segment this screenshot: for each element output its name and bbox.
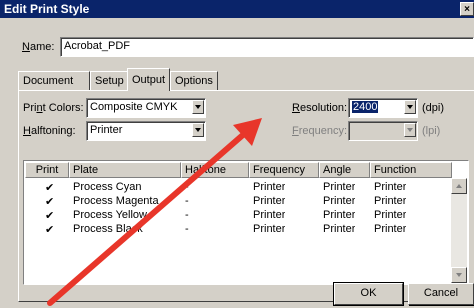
scroll-up-icon[interactable]: [451, 178, 467, 194]
frequency-value: Printer: [253, 223, 286, 235]
print-colors-select[interactable]: Composite CMYK: [86, 98, 206, 118]
angle-value: Printer: [323, 195, 356, 207]
function-value: Printer: [374, 195, 407, 207]
table-row[interactable]: ✔ Process Cyan - Printer Printer Printer: [25, 181, 452, 195]
function-value: Printer: [374, 209, 407, 221]
plate-name: Process Black: [73, 223, 143, 235]
resolution-label: Resolution:: [292, 102, 348, 114]
column-header-print[interactable]: Print: [25, 162, 69, 178]
column-header-halftone[interactable]: Halftone: [181, 162, 249, 178]
function-value: Printer: [374, 181, 407, 193]
tab-output[interactable]: Output: [127, 68, 170, 91]
print-check-icon[interactable]: ✔: [45, 195, 54, 208]
chevron-down-icon[interactable]: [192, 100, 204, 114]
print-colors-label: Print Colors:: [23, 102, 84, 114]
frequency-value: Printer: [253, 209, 286, 221]
angle-value: Printer: [323, 181, 356, 193]
print-check-icon[interactable]: ✔: [45, 223, 54, 236]
resolution-select[interactable]: 2400: [348, 98, 418, 118]
halftone-value: -: [185, 223, 189, 235]
frequency-label: Frequency:: [292, 125, 348, 137]
column-header-angle[interactable]: Angle: [319, 162, 370, 178]
table-row[interactable]: ✔ Process Magenta - Printer Printer Prin…: [25, 195, 452, 209]
column-header-function[interactable]: Function: [370, 162, 452, 178]
scroll-down-icon[interactable]: [451, 267, 467, 283]
print-colors-value: Composite CMYK: [90, 101, 178, 113]
vertical-scrollbar[interactable]: [451, 178, 467, 283]
angle-value: Printer: [323, 209, 356, 221]
frequency-unit: (lpi): [422, 125, 441, 137]
halftoning-select[interactable]: Printer: [86, 121, 206, 141]
halftoning-label: Halftoning:: [23, 125, 76, 137]
chevron-down-icon[interactable]: [192, 123, 204, 137]
function-value: Printer: [374, 223, 407, 235]
tab-setup[interactable]: Setup: [90, 71, 130, 90]
chevron-down-icon[interactable]: [404, 100, 416, 114]
frequency-value: Printer: [253, 181, 286, 193]
chevron-down-icon: [404, 123, 416, 137]
name-field[interactable]: Acrobat_PDF: [60, 37, 474, 57]
table-row[interactable]: ✔ Process Yellow - Printer Printer Print…: [25, 209, 452, 223]
ok-button[interactable]: OK: [333, 282, 404, 306]
tab-document[interactable]: Document: [18, 71, 90, 90]
column-header-frequency[interactable]: Frequency: [249, 162, 319, 178]
print-check-icon[interactable]: ✔: [45, 209, 54, 222]
resolution-unit: (dpi): [422, 102, 445, 114]
halftone-value: -: [185, 181, 189, 193]
title-bar: Edit Print Style ×: [0, 0, 474, 18]
halftoning-value: Printer: [90, 124, 123, 136]
resolution-value: 2400: [352, 101, 379, 113]
angle-value: Printer: [323, 223, 356, 235]
plate-name: Process Cyan: [73, 181, 142, 193]
name-label: Name:: [22, 41, 55, 53]
cancel-button[interactable]: Cancel: [408, 283, 474, 305]
print-check-icon[interactable]: ✔: [45, 181, 54, 194]
plates-table[interactable]: Print Plate Halftone Frequency Angle Fun…: [23, 160, 469, 285]
column-header-plate[interactable]: Plate: [69, 162, 181, 178]
frequency-select: [348, 121, 418, 141]
halftone-value: -: [185, 209, 189, 221]
halftone-value: -: [185, 195, 189, 207]
plate-name: Process Magenta: [73, 195, 159, 207]
window-title: Edit Print Style: [4, 2, 90, 16]
tab-options[interactable]: Options: [170, 71, 218, 90]
plate-name: Process Yellow: [73, 209, 147, 221]
table-row[interactable]: ✔ Process Black - Printer Printer Printe…: [25, 223, 452, 237]
close-icon[interactable]: ×: [460, 2, 474, 16]
frequency-value: Printer: [253, 195, 286, 207]
